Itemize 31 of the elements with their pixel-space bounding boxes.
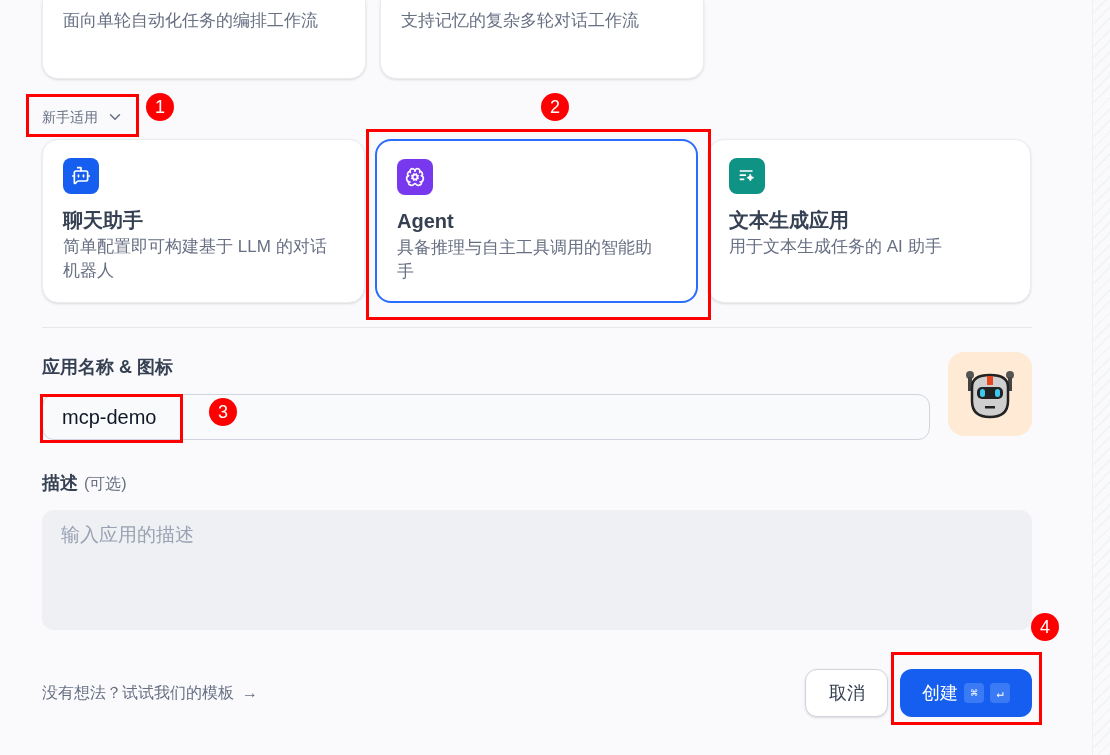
create-button[interactable]: 创建 ⌘ ↵ <box>900 669 1032 717</box>
card-title: Agent <box>397 209 455 234</box>
card-title: 文本生成应用 <box>729 208 850 233</box>
field-label: 描述 <box>42 472 78 495</box>
description-field[interactable]: 输入应用的描述 <box>42 510 1032 630</box>
app-type-card[interactable]: 聊天助手 简单配置即可构建基于 LLM 的对话机器人 <box>42 139 365 303</box>
app-type-card[interactable]: Agent 具备推理与自主工具调用的智能助手 <box>375 139 698 303</box>
category-toggle[interactable]: 新手适用 <box>42 106 124 128</box>
optional-hint: (可选) <box>84 474 127 494</box>
annotation-marker: 4 <box>1031 613 1059 641</box>
shortcut-key: ⌘ <box>964 683 984 703</box>
cancel-button[interactable]: 取消 <box>805 669 888 717</box>
template-link[interactable]: 没有想法？试试我们的模板 → <box>42 681 258 705</box>
text-sparkle-icon <box>729 158 765 194</box>
app-type-card[interactable]: 面向单轮自动化任务的编排工作流 <box>42 0 366 79</box>
annotation-marker: 2 <box>541 93 569 121</box>
app-type-card[interactable]: 文本生成应用 用于文本生成任务的 AI 助手 <box>708 139 1031 303</box>
app-icon-button[interactable] <box>948 352 1032 436</box>
field-label: 应用名称 & 图标 <box>42 356 174 379</box>
chat-bot-icon <box>63 158 99 194</box>
arrow-icon: → <box>242 681 258 705</box>
brain-gear-icon <box>397 159 433 195</box>
card-description: 支持记忆的复杂多轮对话工作流 <box>401 10 640 32</box>
annotation-marker: 1 <box>146 93 174 121</box>
app-type-card[interactable]: 支持记忆的复杂多轮对话工作流 <box>380 0 704 79</box>
card-description: 面向单轮自动化任务的编排工作流 <box>63 10 319 32</box>
card-description: 简单配置即可构建基于 LLM 的对话机器人 <box>63 236 328 282</box>
card-description: 用于文本生成任务的 AI 助手 <box>729 236 943 258</box>
card-title: 聊天助手 <box>63 208 144 233</box>
card-description: 具备推理与自主工具调用的智能助手 <box>397 237 653 283</box>
shortcut-key: ↵ <box>990 683 1010 703</box>
